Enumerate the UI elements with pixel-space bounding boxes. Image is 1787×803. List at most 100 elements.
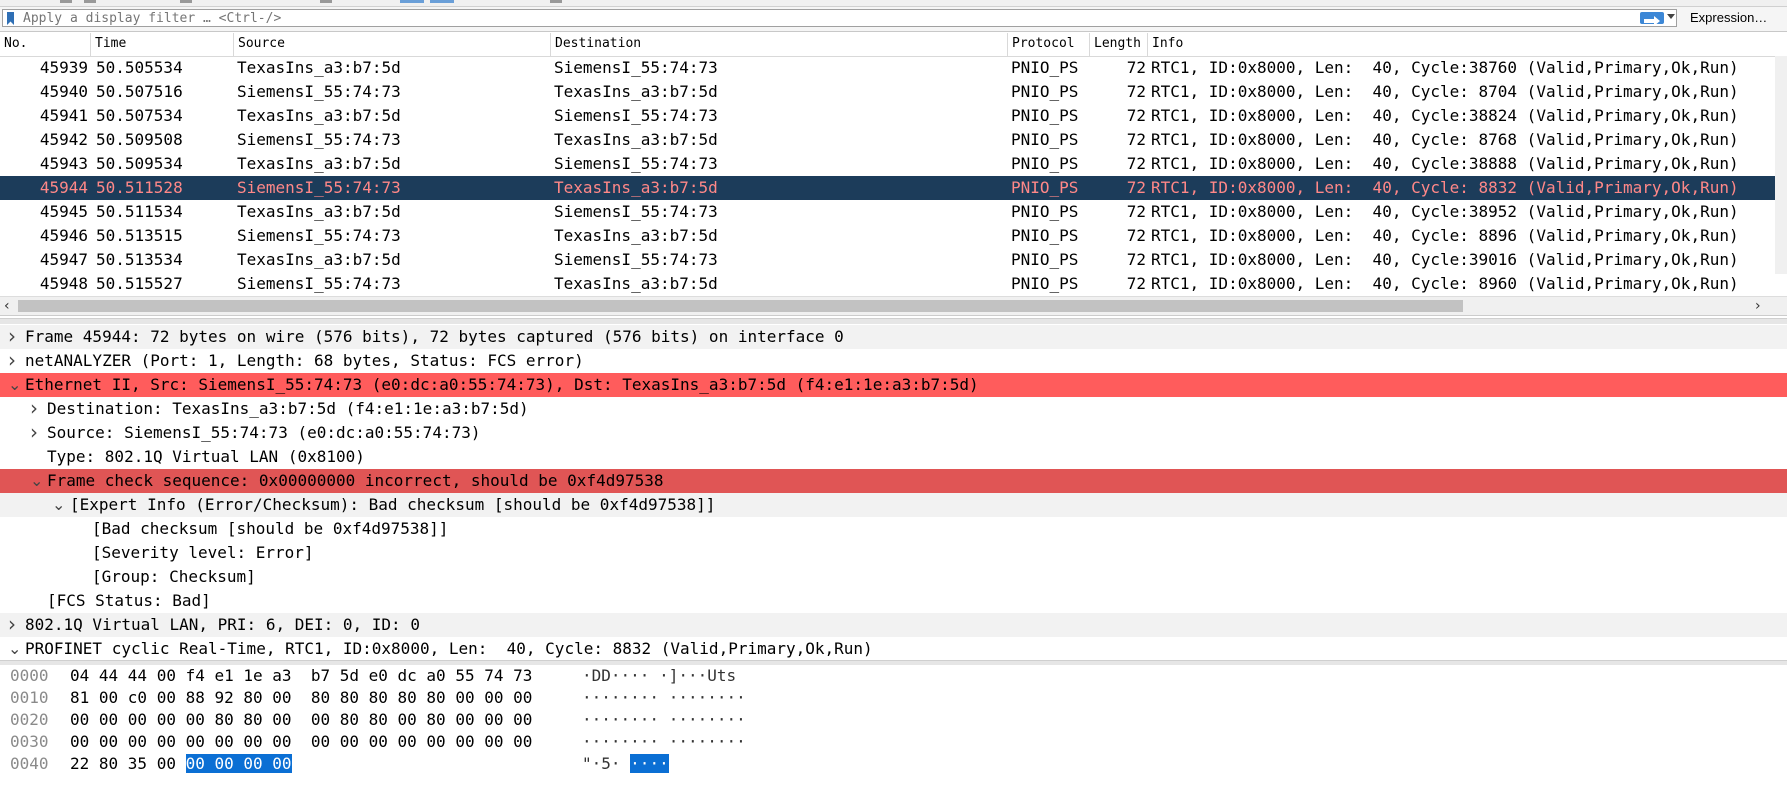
table-row[interactable]: 45943 50.509534 TexasIns_a3:b7:5d SiemensI_… bbox=[0, 152, 1775, 176]
cell-destination: TexasIns_a3:b7:5d bbox=[554, 130, 718, 149]
scrollbar-thumb[interactable] bbox=[18, 300, 1463, 312]
cell-protocol: PNIO_PS bbox=[1011, 274, 1079, 293]
hex-ascii[interactable]: ········ ········ bbox=[582, 731, 746, 753]
table-row[interactable]: 45947 50.513534 TexasIns_a3:b7:5d SiemensI_… bbox=[0, 248, 1775, 272]
cell-no: 45946 bbox=[39, 226, 88, 245]
packet-details-tree: Frame 45944: 72 bytes on wire (576 bits)… bbox=[0, 325, 1787, 658]
tree-item[interactable]: netANALYZER (Port: 1, Length: 68 bytes, … bbox=[0, 349, 1787, 373]
tree-item[interactable]: Frame check sequence: 0x00000000 incorre… bbox=[0, 469, 1787, 493]
hex-bytes[interactable]: 00 00 00 00 00 80 80 00 00 80 80 00 80 0… bbox=[70, 709, 532, 731]
cell-time: 50.509534 bbox=[96, 154, 183, 173]
hex-row: 0000 04 44 44 00 f4 e1 1e a3 b7 5d e0 dc … bbox=[0, 665, 1787, 687]
chevron-right-icon[interactable]: › bbox=[1755, 298, 1761, 314]
cell-source: SiemensI_55:74:73 bbox=[237, 226, 401, 245]
expression-button[interactable]: Expression… bbox=[1690, 10, 1767, 25]
toolbar-button[interactable] bbox=[84, 0, 96, 3]
table-row[interactable]: 45942 50.509508 SiemensI_55:74:73 TexasIns_… bbox=[0, 128, 1775, 152]
table-row[interactable]: 45948 50.515527 SiemensI_55:74:73 TexasIns_… bbox=[0, 272, 1775, 296]
tree-item[interactable]: [FCS Status: Bad] bbox=[0, 589, 1787, 613]
horizontal-scrollbar[interactable]: ‹ › bbox=[0, 296, 1787, 316]
hex-ascii[interactable]: ········ ········ bbox=[582, 709, 746, 731]
tree-item[interactable]: [Severity level: Error] bbox=[0, 541, 1787, 565]
cell-length: 72 bbox=[1126, 202, 1146, 221]
tree-item-label: [Severity level: Error] bbox=[92, 543, 314, 562]
table-row[interactable]: 45940 50.507516 SiemensI_55:74:73 TexasIns_… bbox=[0, 80, 1775, 104]
chevron-right-icon[interactable] bbox=[30, 421, 44, 447]
tree-item[interactable]: Frame 45944: 72 bytes on wire (576 bits)… bbox=[0, 325, 1787, 349]
table-row[interactable]: 45939 50.505534 TexasIns_a3:b7:5d SiemensI_… bbox=[0, 56, 1775, 80]
toolbar-button[interactable] bbox=[60, 0, 72, 3]
cell-source: TexasIns_a3:b7:5d bbox=[237, 250, 401, 269]
hex-bytes[interactable]: 04 44 44 00 f4 e1 1e a3 b7 5d e0 dc a0 5… bbox=[70, 665, 532, 687]
chevron-down-icon[interactable] bbox=[8, 373, 22, 398]
hex-row: 0010 81 00 c0 00 88 92 80 00 80 80 80 80 … bbox=[0, 687, 1787, 709]
vertical-scrollbar[interactable] bbox=[1775, 56, 1787, 274]
chevron-down-icon[interactable] bbox=[8, 637, 22, 662]
cell-source: SiemensI_55:74:73 bbox=[237, 82, 401, 101]
chevron-right-icon[interactable] bbox=[8, 349, 22, 375]
hex-offset: 0000 bbox=[10, 666, 49, 685]
column-header-no[interactable]: No. bbox=[0, 33, 91, 56]
tree-item-label: PROFINET cyclic Real-Time, RTC1, ID:0x80… bbox=[25, 639, 873, 658]
cell-info: RTC1, ID:0x8000, Len: 40, Cycle: 8704 (V… bbox=[1151, 82, 1739, 101]
tree-item-label: netANALYZER (Port: 1, Length: 68 bytes, … bbox=[25, 351, 584, 370]
hex-bytes[interactable]: 00 00 00 00 00 00 00 00 00 00 00 00 00 0… bbox=[70, 731, 532, 753]
cell-info: RTC1, ID:0x8000, Len: 40, Cycle: 8896 (V… bbox=[1151, 226, 1739, 245]
packet-list: No. Time Source Destination Protocol Len… bbox=[0, 33, 1787, 316]
cell-info: RTC1, ID:0x8000, Len: 40, Cycle: 8960 (V… bbox=[1151, 274, 1739, 293]
chevron-down-icon[interactable] bbox=[1667, 14, 1675, 19]
toolbar-button[interactable] bbox=[180, 0, 192, 3]
toolbar-button[interactable] bbox=[430, 0, 454, 3]
hex-bytes[interactable]: 22 80 35 00 00 00 00 00 bbox=[70, 753, 292, 775]
toolbar-button[interactable] bbox=[320, 0, 332, 3]
column-header-protocol[interactable]: Protocol bbox=[1008, 33, 1090, 56]
cell-destination: SiemensI_55:74:73 bbox=[554, 58, 718, 77]
table-row[interactable]: 45941 50.507534 TexasIns_a3:b7:5d SiemensI_… bbox=[0, 104, 1775, 128]
cell-no: 45942 bbox=[39, 130, 88, 149]
tree-item-label: Destination: TexasIns_a3:b7:5d (f4:e1:1e… bbox=[47, 399, 529, 418]
display-filter-bar: Expression… bbox=[0, 7, 1787, 32]
tree-item[interactable]: 802.1Q Virtual LAN, PRI: 6, DEI: 0, ID: … bbox=[0, 613, 1787, 637]
display-filter-input[interactable] bbox=[23, 11, 1623, 26]
table-row[interactable]: 45944 50.511528 SiemensI_55:74:73 TexasIns_… bbox=[0, 176, 1775, 200]
cell-no: 45940 bbox=[39, 82, 88, 101]
chevron-left-icon[interactable]: ‹ bbox=[4, 298, 10, 314]
chevron-down-icon[interactable] bbox=[30, 469, 44, 494]
column-header-time[interactable]: Time bbox=[91, 33, 234, 56]
tree-item[interactable]: [Bad checksum [should be 0xf4d97538]] bbox=[0, 517, 1787, 541]
column-header-destination[interactable]: Destination bbox=[551, 33, 1008, 56]
column-header-source[interactable]: Source bbox=[234, 33, 551, 56]
cell-time: 50.509508 bbox=[96, 130, 183, 149]
hex-offset: 0040 bbox=[10, 754, 49, 773]
tree-item-label: Ethernet II, Src: SiemensI_55:74:73 (e0:… bbox=[25, 375, 979, 394]
hex-bytes-selected: 00 00 00 00 bbox=[185, 754, 292, 773]
hex-bytes[interactable]: 81 00 c0 00 88 92 80 00 80 80 80 80 80 0… bbox=[70, 687, 532, 709]
cell-no: 45947 bbox=[39, 250, 88, 269]
tree-item-label: Source: SiemensI_55:74:73 (e0:dc:a0:55:7… bbox=[47, 423, 481, 442]
tree-item-label: Frame check sequence: 0x00000000 incorre… bbox=[47, 471, 664, 490]
table-row[interactable]: 45946 50.513515 SiemensI_55:74:73 TexasIns_… bbox=[0, 224, 1775, 248]
display-filter-field[interactable] bbox=[2, 9, 1677, 27]
hex-ascii[interactable]: ·DD···· ·]···Uts bbox=[582, 665, 736, 687]
tree-item[interactable]: [Expert Info (Error/Checksum): Bad check… bbox=[0, 493, 1787, 517]
toolbar-button[interactable] bbox=[550, 0, 562, 3]
tree-item[interactable]: Source: SiemensI_55:74:73 (e0:dc:a0:55:7… bbox=[0, 421, 1787, 445]
chevron-down-icon[interactable] bbox=[52, 493, 66, 518]
bookmark-icon[interactable] bbox=[6, 12, 15, 25]
tree-item[interactable]: Ethernet II, Src: SiemensI_55:74:73 (e0:… bbox=[0, 373, 1787, 397]
arrow-right-icon[interactable] bbox=[1640, 12, 1664, 26]
pane-splitter[interactable] bbox=[0, 318, 1787, 324]
toolbar-button[interactable] bbox=[400, 0, 424, 3]
hex-ascii[interactable]: "·5· ···· bbox=[582, 753, 669, 775]
column-header-length[interactable]: Length bbox=[1090, 33, 1148, 56]
column-header-info[interactable]: Info bbox=[1148, 33, 1787, 56]
tree-item[interactable]: [Group: Checksum] bbox=[0, 565, 1787, 589]
tree-item[interactable]: Type: 802.1Q Virtual LAN (0x8100) bbox=[0, 445, 1787, 469]
hex-ascii[interactable]: ········ ········ bbox=[582, 687, 746, 709]
table-row[interactable]: 45945 50.511534 TexasIns_a3:b7:5d SiemensI_… bbox=[0, 200, 1775, 224]
tree-item[interactable]: Destination: TexasIns_a3:b7:5d (f4:e1:1e… bbox=[0, 397, 1787, 421]
cell-info: RTC1, ID:0x8000, Len: 40, Cycle:39016 (V… bbox=[1151, 250, 1739, 269]
chevron-right-icon[interactable] bbox=[8, 613, 22, 639]
tree-item[interactable]: PROFINET cyclic Real-Time, RTC1, ID:0x80… bbox=[0, 637, 1787, 661]
packet-list-header: No. Time Source Destination Protocol Len… bbox=[0, 33, 1787, 57]
